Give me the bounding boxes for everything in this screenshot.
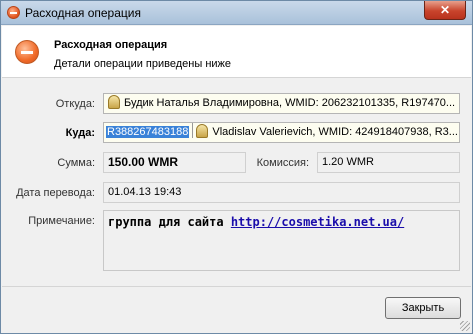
note-link[interactable]: http://cosmetika.net.ua/ [231, 215, 404, 229]
to-purse-selected: R388267483188 [106, 126, 190, 138]
note-field[interactable]: группа для сайта http://cosmetika.net.ua… [103, 210, 460, 271]
date-field: 01.04.13 19:43 [103, 182, 460, 203]
from-label: Откуда: [55, 98, 95, 110]
date-label: Дата перевода: [16, 187, 95, 199]
note-text: группа для сайта [108, 215, 224, 229]
amount-field: 150.00 WMR [103, 152, 246, 173]
expense-operation-icon [15, 40, 39, 64]
window-title: Расходная операция [25, 6, 141, 20]
dialog-header: Расходная операция Детали операции приве… [2, 26, 471, 78]
to-label: Куда: [65, 127, 95, 139]
header-subtitle: Детали операции приведены ниже [54, 58, 232, 70]
close-button[interactable]: Закрыть [385, 297, 461, 319]
note-label: Примечание: [28, 215, 95, 227]
commission-label: Комиссия: [256, 157, 309, 169]
to-value: Vladislav Valerievich, WMID: 42491840793… [212, 126, 458, 138]
commission-field: 1.20 WMR [317, 152, 460, 173]
field-separator [192, 123, 194, 138]
window-close-button[interactable]: ✕ [424, 1, 466, 20]
title-bar: Расходная операция ✕ [1, 1, 472, 25]
from-value: Будик Наталья Владимировна, WMID: 206232… [124, 97, 456, 109]
footer-divider [2, 286, 471, 287]
from-field[interactable]: Будик Наталья Владимировна, WMID: 206232… [103, 93, 460, 114]
person-icon [108, 95, 120, 109]
header-title: Расходная операция [54, 39, 168, 51]
resize-grip[interactable] [460, 321, 470, 331]
to-field[interactable]: R388267483188 Vladislav Valerievich, WMID… [103, 122, 460, 143]
amount-label: Сумма: [57, 157, 95, 169]
expense-icon [7, 6, 20, 19]
person-icon [196, 124, 209, 138]
operation-dialog: Расходная операция ✕ Расходная операция … [0, 0, 473, 334]
